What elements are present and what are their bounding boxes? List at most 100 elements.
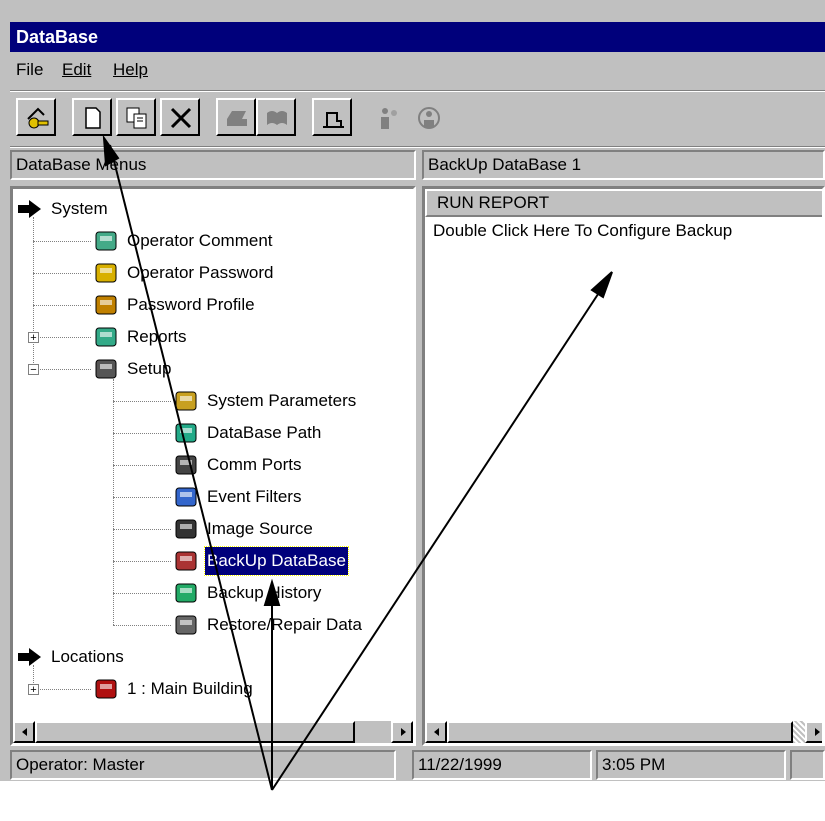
tree-connector (33, 337, 91, 338)
window-title: DataBase (16, 27, 99, 47)
tree-connector (33, 305, 91, 306)
arrow-right-icon (17, 646, 43, 668)
chart-icon (323, 112, 344, 128)
tree-item-label: System Parameters (207, 391, 357, 410)
left-pane-header: DataBase Menus (10, 150, 416, 180)
comment-icon (93, 230, 119, 252)
tree-connector (33, 241, 91, 242)
collapse-button[interactable]: − (28, 364, 39, 376)
toolbar-chart-button[interactable] (312, 98, 352, 136)
configure-backup-row[interactable]: Double Click Here To Configure Backup (433, 221, 732, 241)
arrow-right-icon (815, 728, 820, 736)
path-icon (173, 422, 199, 444)
operator-key-icon (27, 107, 49, 129)
right-pane-header: BackUp DataBase 1 (422, 150, 825, 180)
delete-icon (170, 107, 192, 129)
tree-connector (113, 465, 171, 466)
menu-help[interactable]: Help (113, 60, 148, 80)
tree-item-label: Operator Password (127, 263, 274, 282)
tree-connector (33, 369, 91, 370)
menu-edit[interactable]: Edit (62, 60, 91, 80)
toolbar (10, 96, 825, 146)
tree-connector (33, 689, 91, 690)
status-operator: Operator: Master (10, 750, 396, 780)
tree-item-label: System (51, 199, 108, 218)
application-window: DataBase File Edit Help DataBase Menus B… (0, 0, 825, 781)
menu-file[interactable]: File (16, 60, 43, 80)
copy-icon (126, 107, 147, 129)
comm-icon (173, 454, 199, 476)
tree-pane[interactable]: System Operator Comment Operator Password P… (10, 186, 416, 746)
toolbar-preview-button[interactable] (256, 98, 296, 136)
arrow-right-icon (401, 728, 406, 736)
tree-item-label: Event Filters (207, 487, 302, 506)
toolbar-people-button[interactable] (368, 98, 408, 136)
tree-item-label: 1 : Main Building (127, 679, 253, 698)
toolbar-help-people-button[interactable] (408, 98, 448, 136)
tree-connector (113, 593, 171, 594)
tree-item-label: Setup (127, 359, 172, 378)
report-pane[interactable]: RUN REPORT Double Click Here To Configur… (422, 186, 825, 746)
report-horizontal-scrollbar[interactable] (425, 721, 822, 743)
new-document-icon (85, 107, 101, 129)
tree-connector (113, 401, 171, 402)
parameters-icon (173, 390, 199, 412)
wrench-icon (173, 614, 199, 636)
toolbar-delete-button[interactable] (160, 98, 200, 136)
preview-icon (267, 111, 287, 125)
tree-item-label: BackUp DataBase (204, 546, 349, 576)
tree-connector (113, 561, 171, 562)
camera-icon (173, 518, 199, 540)
arrow-right-icon (17, 198, 43, 220)
expand-button[interactable]: + (28, 684, 39, 696)
help-people-icon (418, 107, 440, 129)
report-scroll-left-button[interactable] (425, 721, 447, 743)
reports-icon (93, 326, 119, 348)
tree-connector (33, 273, 91, 274)
tree-connector (113, 379, 114, 625)
tree-horizontal-scrollbar[interactable] (13, 721, 413, 743)
scroll-track[interactable] (793, 721, 805, 743)
toolbar-new-button[interactable] (72, 98, 112, 136)
tree-connector (113, 529, 171, 530)
tree-item-label: Image Source (207, 519, 313, 538)
menu-bar: File Edit Help (10, 54, 825, 88)
tree-item-label: Password Profile (127, 295, 255, 314)
arrow-left-icon (22, 728, 27, 736)
status-date: 11/22/1999 (412, 750, 592, 780)
profile-icon (93, 294, 119, 316)
tree-item-label: Reports (127, 327, 187, 346)
menu-separator (10, 90, 825, 92)
scroll-left-button[interactable] (13, 721, 35, 743)
people-icon (381, 108, 397, 129)
status-time: 3:05 PM (596, 750, 786, 780)
scroll-right-button[interactable] (391, 721, 413, 743)
run-report-column-header[interactable]: RUN REPORT (425, 189, 822, 217)
title-bar[interactable]: DataBase (10, 22, 825, 52)
tree-connector (113, 433, 171, 434)
tree-item-label: DataBase Path (207, 423, 322, 442)
history-icon (173, 582, 199, 604)
tree-item-label: Locations (51, 647, 124, 666)
scroll-thumb[interactable] (35, 721, 355, 743)
building-icon (93, 678, 119, 700)
key-icon (93, 262, 119, 284)
tree-item-label: Comm Ports (207, 455, 302, 474)
backup-icon (173, 550, 199, 572)
tree-connector (33, 217, 34, 367)
computer-icon (93, 358, 119, 380)
tree-connector (113, 625, 171, 626)
toolbar-print-button[interactable] (216, 98, 256, 136)
toolbar-separator (10, 146, 825, 148)
toolbar-operator-button[interactable] (16, 98, 56, 136)
report-scroll-right-button[interactable] (805, 721, 822, 743)
arrow-left-icon (434, 728, 439, 736)
status-grip[interactable] (790, 750, 825, 780)
toolbar-copy-button[interactable] (116, 98, 156, 136)
tree-connector (113, 497, 171, 498)
expand-button[interactable]: + (28, 332, 39, 344)
filter-icon (173, 486, 199, 508)
tree-item-label: Operator Comment (127, 231, 273, 250)
report-scroll-thumb[interactable] (447, 721, 793, 743)
tree-item-label: Backup History (207, 583, 322, 602)
